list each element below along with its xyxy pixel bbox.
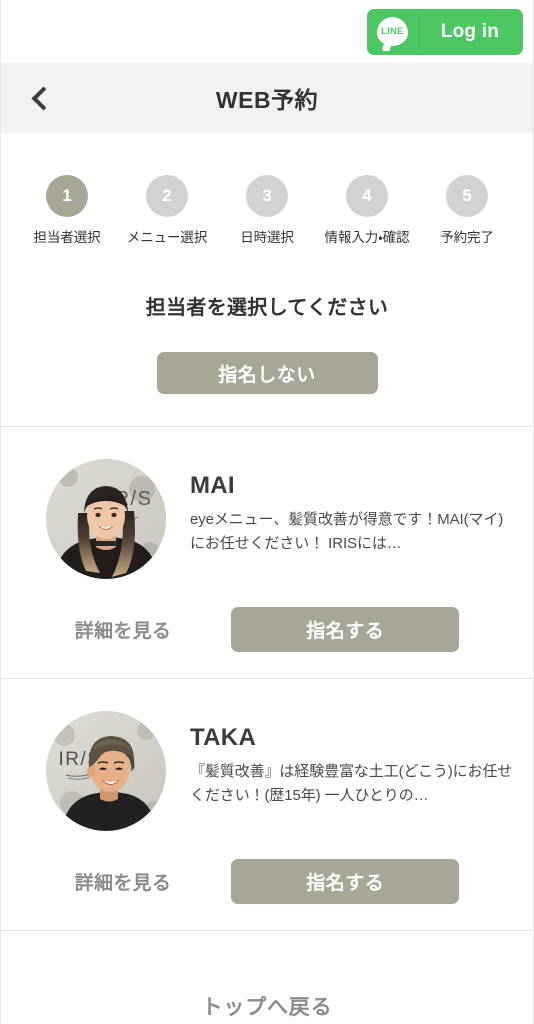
step-label: 情報入力・確認 [324, 230, 410, 245]
page-footer: トップへ戻る [1, 931, 533, 1024]
step-number: 3 [246, 175, 288, 217]
staff-card: IR/S [1, 427, 533, 679]
step-number: 4 [346, 175, 388, 217]
step-label: 日時選択 [240, 230, 294, 245]
step-number: 2 [146, 175, 188, 217]
assign-staff-button[interactable]: 指名する [231, 607, 460, 652]
staff-actions: 詳細を見る 指名する [21, 607, 513, 652]
staff-actions: 詳細を見る 指名する [21, 859, 513, 904]
page-title: WEB予約 [215, 87, 319, 113]
staff-description: eyeメニュー、髪質改善が得意です！MAI(マイ)にお任せください！ IRISに… [190, 511, 504, 552]
step-3-datetime-selection[interactable]: 3 日時選択 [217, 175, 317, 246]
step-label: 予約完了 [440, 230, 494, 245]
step-4-info-confirm[interactable]: 4 情報入力・確認 [317, 175, 417, 246]
no-preference-button[interactable]: 指名しない [156, 352, 378, 394]
back-to-top-link[interactable]: トップへ戻る [202, 991, 333, 1021]
staff-list: IR/S MAI eyeメニュー、髪質改善が得意です！MAI(マイ)にお任せくだ… [1, 427, 533, 931]
view-details-button[interactable]: 詳細を見る [75, 616, 172, 643]
staff-description: 『髪質改善』は経験豊富な土工(どこう)にお任せください！(歴15年) 一人ひとり… [190, 763, 513, 804]
line-logo-icon: LINE [367, 8, 419, 55]
avatar: IR/S [46, 459, 166, 579]
staff-select-section: 担当者を選択してください 指名しない [1, 246, 533, 427]
back-button[interactable] [17, 63, 65, 133]
assign-staff-button[interactable]: 指名する [231, 859, 460, 904]
step-2-menu-selection[interactable]: 2 メニュー選択 [117, 175, 217, 246]
step-number: 1 [46, 175, 88, 217]
avatar: IR/S [46, 711, 166, 831]
staff-name: TAKA [190, 724, 257, 751]
progress-stepper: 1 担当者選択 2 メニュー選択 3 日時選択 4 情報入力・確認 5 予約完了 [1, 133, 533, 246]
line-logo-text: LINE [381, 25, 404, 37]
staff-card: IR/S [1, 679, 533, 931]
step-1-staff-selection[interactable]: 1 担当者選択 [17, 175, 117, 246]
line-login-label: Log in [440, 20, 499, 42]
top-bar: LINE Log in [1, 0, 533, 63]
page-header: WEB予約 [1, 63, 533, 133]
step-label: 担当者選択 [33, 230, 101, 245]
step-label: メニュー選択 [126, 230, 208, 245]
staff-name: MAI [190, 472, 235, 499]
booking-page: LINE Log in WEB予約 1 担当者選択 2 メニュー選択 3 日時選… [0, 0, 534, 1024]
step-number: 5 [446, 175, 488, 217]
view-details-button[interactable]: 詳細を見る [75, 868, 172, 895]
step-5-complete[interactable]: 5 予約完了 [417, 175, 517, 246]
chevron-left-icon [31, 85, 56, 111]
select-heading: 担当者を選択してください [145, 297, 389, 319]
line-login-button[interactable]: LINE Log in [366, 8, 523, 55]
